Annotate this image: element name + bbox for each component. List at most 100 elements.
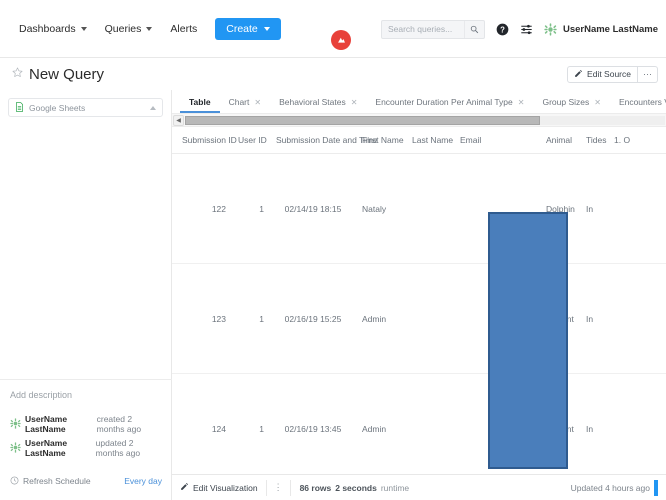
chevron-down-icon (146, 26, 153, 31)
cell-tides: In (586, 313, 594, 324)
nav-right-cluster: ? (380, 0, 658, 58)
close-icon[interactable]: ✕ (594, 98, 601, 107)
tab-label: Encounter Duration Per Animal Type (375, 97, 513, 107)
cell-submission-datetime: 02/14/19 18:15 (284, 203, 342, 214)
table-row[interactable]: 122 1 02/14/19 18:15 Nataly Dolphin In (172, 154, 666, 264)
edit-visualization-button[interactable]: Edit Visualization (180, 482, 266, 493)
app-logo[interactable] (331, 30, 351, 50)
table-row[interactable]: 124 1 02/16/19 13:45 Admin E-Point In (172, 374, 666, 480)
query-sidebar: Google Sheets Add description UserName L… (0, 90, 172, 500)
meta-user-name[interactable]: UserName LastName (25, 414, 93, 434)
cell-tides: In (586, 203, 594, 214)
edit-source-label: Edit Source (587, 69, 631, 79)
visualization-tabs: Table Chart ✕ Behavioral States ✕ Encoun… (172, 90, 666, 114)
data-source-select[interactable]: Google Sheets (8, 98, 163, 117)
result-stats: 86 rows 2 seconds runtime (291, 483, 410, 493)
table-body: 122 1 02/14/19 18:15 Nataly Dolphin In 1… (172, 154, 666, 480)
create-button[interactable]: Create (215, 17, 281, 40)
tab-label: Table (189, 97, 211, 107)
help-circle-icon[interactable]: ? (496, 23, 509, 36)
tab-label: Encounters Vs Salinity And Water Temp (618, 97, 666, 107)
edit-source-button[interactable]: Edit Source (567, 65, 638, 83)
tab-table[interactable]: Table (180, 97, 220, 113)
column-header-submission-datetime[interactable]: Submission Date and Time (270, 135, 378, 145)
cell-user-id: 1 (259, 423, 264, 434)
results-status-bar: Edit Visualization ⋮ 86 rows 2 seconds r… (172, 474, 666, 500)
runtime-value-label: 2 seconds (335, 482, 377, 493)
refresh-schedule-row: Refresh Schedule Every day (0, 464, 172, 500)
nav-label-alerts: Alerts (170, 22, 198, 35)
clock-icon (10, 472, 19, 490)
user-menu[interactable]: UserName LastName (544, 22, 658, 36)
nav-item-alerts[interactable]: Alerts (161, 17, 206, 41)
cell-first-name: Nataly (362, 203, 387, 214)
page-title: New Query (29, 65, 105, 83)
scrollbar-track[interactable] (185, 115, 665, 125)
column-header-email[interactable]: Email (454, 135, 540, 145)
edit-visualization-label: Edit Visualization (193, 482, 258, 493)
tab-encounter-duration-per-animal-type[interactable]: Encounter Duration Per Animal Type ✕ (366, 97, 533, 113)
sliders-icon[interactable] (520, 23, 533, 36)
title-actions: Edit Source ··· (567, 65, 658, 83)
column-header-submission-id[interactable]: Submission ID (176, 135, 237, 145)
refresh-schedule-value[interactable]: Every day (124, 476, 162, 486)
refresh-indicator[interactable] (654, 479, 658, 496)
nav-item-dashboards[interactable]: Dashboards (10, 17, 96, 41)
search-input[interactable] (381, 24, 464, 34)
chevron-down-icon (263, 26, 270, 31)
user-name-label: UserName LastName (562, 23, 658, 35)
row-count-label: 86 rows (299, 482, 332, 493)
cell-user-id: 1 (259, 313, 264, 324)
column-header-user-id[interactable]: User ID (232, 135, 270, 145)
close-icon[interactable]: ✕ (518, 98, 525, 107)
column-header-first-name[interactable]: First Name (356, 135, 406, 145)
scroll-left-arrow-icon[interactable]: ◀ (173, 114, 184, 126)
updated-timestamp: Updated 4 hours ago (570, 482, 650, 493)
tab-encounters-vs-salinity-and-water-temp[interactable]: Encounters Vs Salinity And Water Temp (610, 97, 666, 113)
meta-user-name[interactable]: UserName LastName (25, 438, 92, 458)
cell-first-name: Admin (362, 313, 387, 324)
search-button[interactable] (463, 20, 484, 38)
user-avatar-icon (544, 22, 558, 36)
tab-behavioral-states[interactable]: Behavioral States ✕ (270, 97, 366, 113)
column-header-animal[interactable]: Animal (540, 135, 580, 145)
column-header-last-name[interactable]: Last Name (406, 135, 454, 145)
cell-submission-datetime: 02/16/19 13:45 (284, 423, 342, 434)
top-navigation-bar: Dashboards Queries Alerts Create Search … (0, 0, 666, 58)
scrollbar-thumb[interactable] (185, 115, 541, 125)
tab-label: Group Sizes (542, 97, 590, 107)
table-row[interactable]: 123 1 02/16/19 15:25 Admin E-Point In (172, 264, 666, 374)
meta-updated-text: updated 2 months ago (95, 438, 141, 458)
svg-text:?: ? (500, 25, 505, 34)
selection-overlay-box[interactable] (488, 212, 568, 469)
title-more-button[interactable]: ··· (638, 65, 658, 83)
tab-label: Chart (228, 97, 250, 107)
column-header-tides[interactable]: Tides (580, 135, 608, 145)
create-label: Create (226, 22, 258, 35)
close-icon[interactable]: ✕ (351, 98, 358, 107)
close-icon[interactable]: ✕ (254, 98, 261, 107)
pencil-square-icon (180, 482, 189, 493)
vertical-dots-icon[interactable]: ⋮ (265, 479, 291, 496)
meta-created-text: created 2 months ago (96, 414, 142, 434)
nav-item-queries[interactable]: Queries (96, 17, 162, 41)
tab-chart[interactable]: Chart ✕ (220, 97, 271, 113)
cell-submission-id: 124 (211, 423, 226, 434)
pencil-square-icon (574, 69, 583, 80)
tab-group-sizes[interactable]: Group Sizes ✕ (533, 97, 609, 113)
page-title-bar: New Query Edit Source ··· (0, 58, 666, 90)
cell-tides: In (586, 423, 594, 434)
refresh-schedule-label: Refresh Schedule (23, 476, 91, 486)
sidebar-footer: Add description UserName LastName create… (0, 379, 172, 500)
horizontal-scrollbar[interactable]: ◀ (172, 114, 666, 127)
star-outline-icon[interactable] (12, 65, 23, 83)
meta-row-updated: UserName LastName updated 2 months ago (0, 436, 172, 460)
add-description-field[interactable]: Add description (0, 379, 172, 412)
search-box[interactable] (380, 19, 485, 39)
column-header-other[interactable]: 1. O (608, 135, 634, 145)
sheets-document-icon (15, 99, 24, 117)
refresh-schedule-button[interactable]: Refresh Schedule (10, 472, 91, 490)
nav-label-dashboards: Dashboards (19, 22, 76, 35)
meta-row-created: UserName LastName created 2 months ago (0, 412, 172, 436)
redash-logo-icon (331, 30, 351, 50)
